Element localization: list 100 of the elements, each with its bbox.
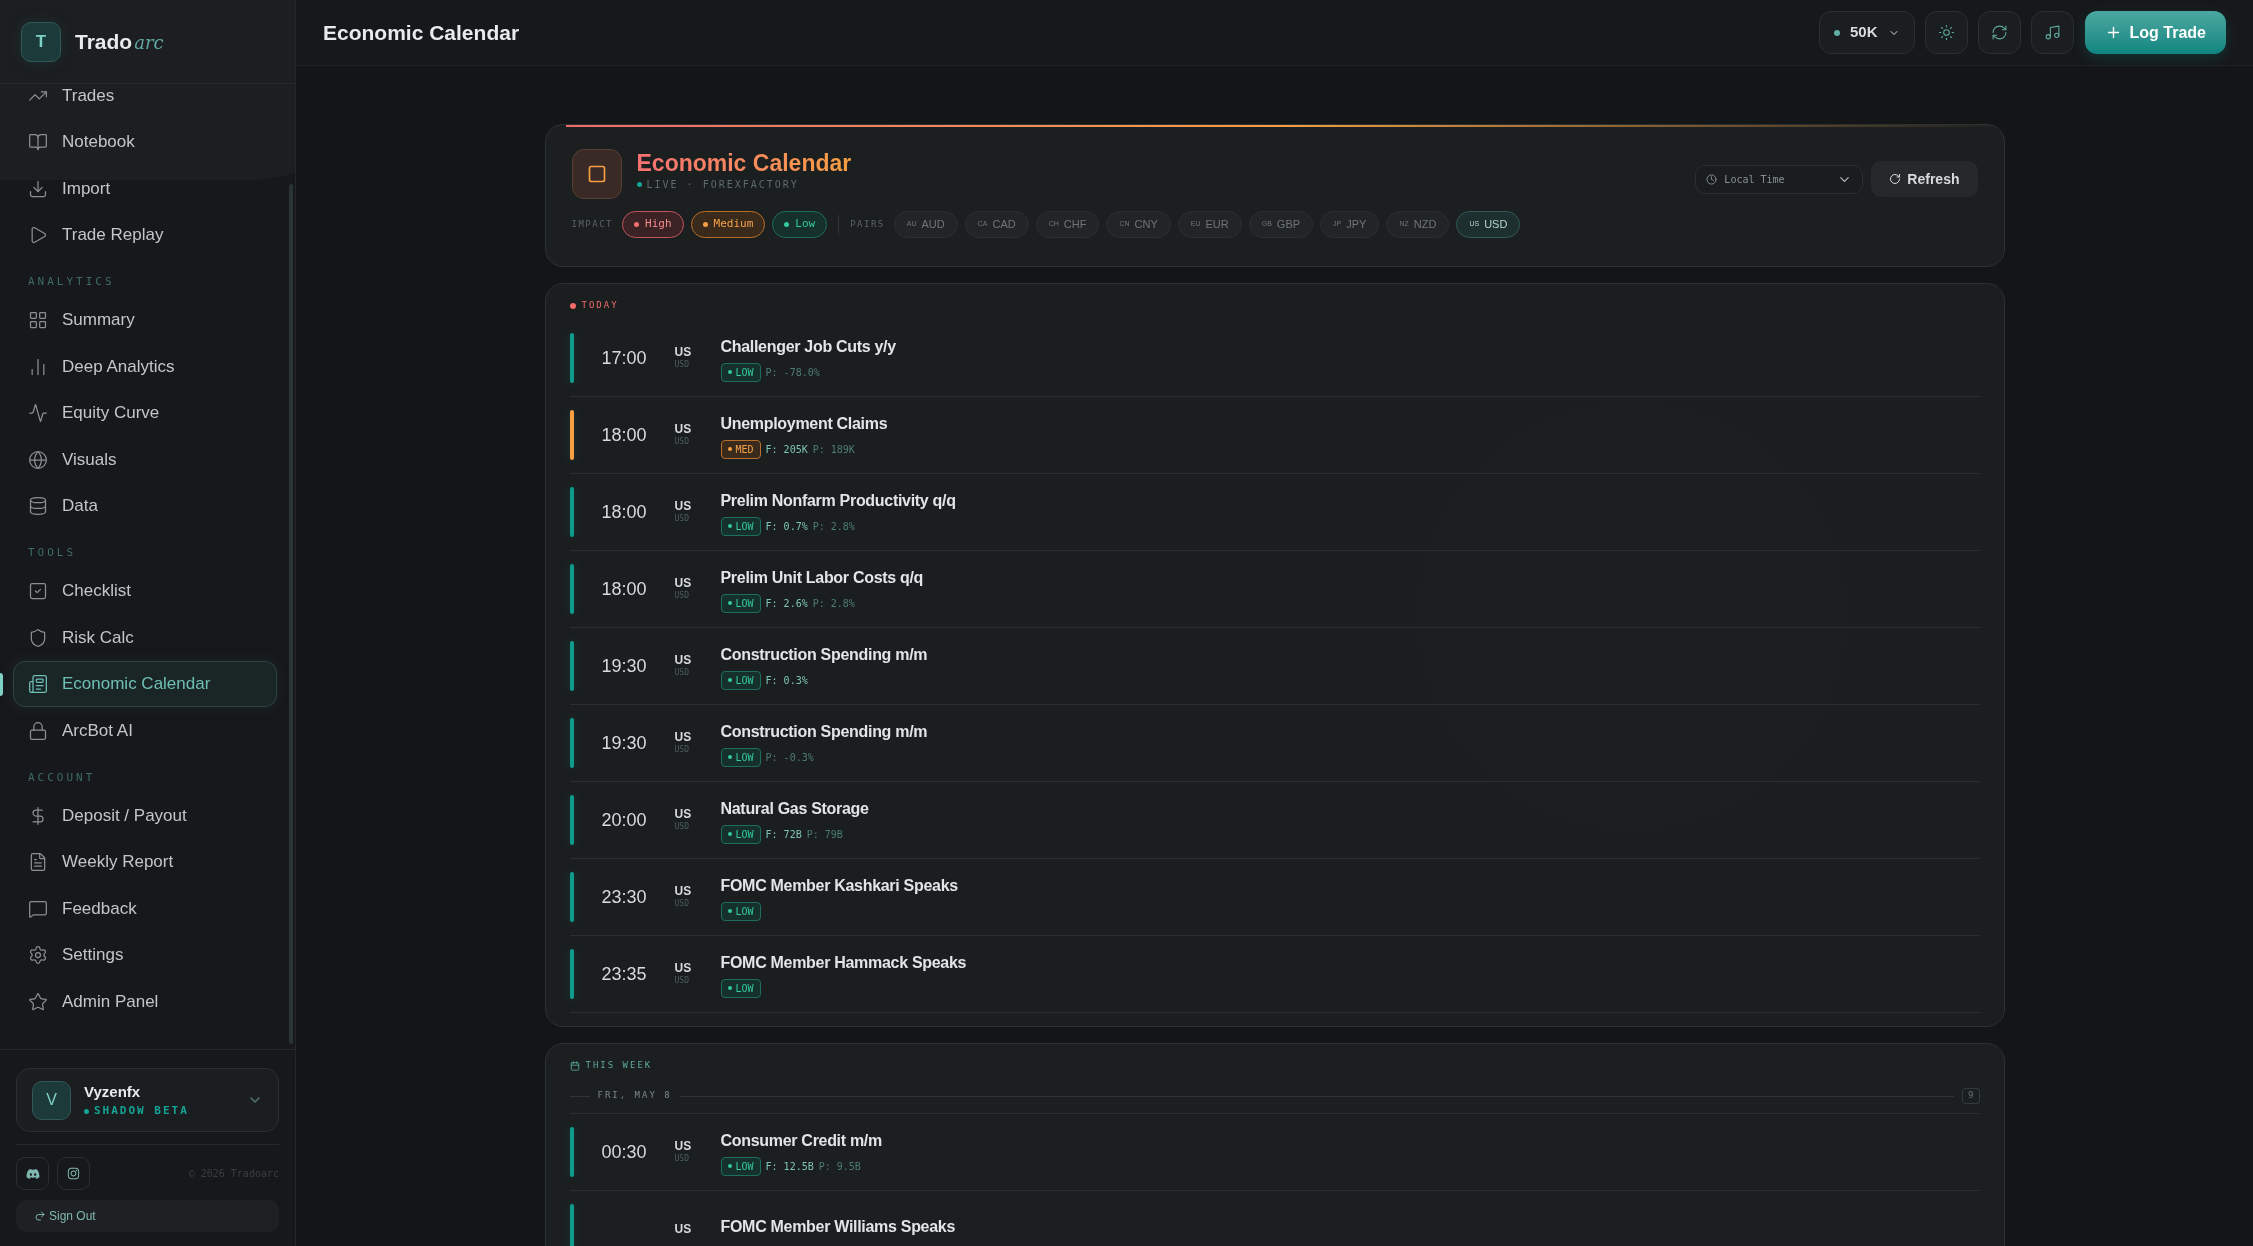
event-time: 23:35 [601, 962, 647, 986]
impact-badge: MED [720, 439, 761, 459]
event-time: 18:00 [601, 500, 647, 524]
account-dropdown[interactable]: 50K [1819, 11, 1915, 54]
event-time: 20:00 [601, 808, 647, 832]
download-icon [28, 178, 48, 199]
week-label: THIS WEEK [585, 1059, 653, 1073]
nav-item[interactable]: Weekly Report [13, 839, 277, 885]
forecast-value: F: 0.3% [765, 673, 808, 688]
event-title: FOMC Member Williams Speaks [720, 1217, 955, 1237]
impact-filter[interactable]: High [622, 211, 684, 238]
plan-label: SHADOW BETA [94, 1103, 189, 1119]
nav-item[interactable]: Equity Curve [13, 390, 277, 436]
previous-value: P: 2.8% [812, 519, 855, 534]
event-time: 18:00 [601, 423, 647, 447]
currency-code: USD [674, 590, 689, 602]
section-heading: TOOLS [27, 545, 78, 561]
country-code: US [674, 1139, 692, 1153]
sign-out-button[interactable]: Sign Out [16, 1200, 279, 1232]
nav-item[interactable]: Trades [13, 84, 277, 119]
country-code: US [674, 1222, 692, 1236]
brand-name: Trado [75, 28, 133, 55]
lock-icon [28, 720, 48, 741]
currency-code: USD [674, 436, 689, 448]
user-card[interactable]: V Vyzenfx SHADOW BETA [16, 1068, 279, 1132]
nav-item[interactable]: Import [13, 165, 277, 212]
nav-item[interactable]: ArcBot AI [13, 707, 277, 754]
impact-badge: LOW [720, 516, 761, 536]
newspaper-icon [28, 674, 48, 694]
event-title: Construction Spending m/m [720, 644, 928, 665]
section-heading: ACCOUNT [27, 769, 97, 786]
section-heading: ANALYTICS [27, 274, 116, 290]
user-name: Vyzenfx [84, 1081, 142, 1102]
nav-item[interactable]: Summary [13, 297, 277, 343]
instagram-icon [67, 1167, 80, 1180]
nav-item[interactable]: Trade Replay [13, 212, 277, 258]
impact-badge: LOW [720, 978, 761, 998]
nav-item[interactable]: Deep Analytics [13, 343, 277, 390]
nav-item[interactable]: Risk Calc [13, 614, 277, 661]
previous-value: P: 79B [806, 827, 843, 842]
grid-icon [28, 310, 48, 330]
nav-item[interactable]: Checklist [13, 568, 277, 614]
chat-icon [28, 898, 48, 919]
previous-value: P: 9.5B [818, 1159, 861, 1174]
country-code: US [674, 653, 692, 667]
nav-item[interactable]: Data [13, 483, 277, 529]
country-code: US [674, 730, 692, 744]
impact-badge: LOW [720, 824, 761, 844]
refresh-button[interactable]: Refresh [1871, 161, 1978, 197]
nav-item[interactable]: Admin Panel [13, 978, 277, 1025]
instagram-button[interactable] [57, 1157, 90, 1190]
source-label: LIVE · FOREXFACTORY [646, 178, 799, 192]
impact-filter[interactable]: Low [772, 211, 828, 238]
event-time: 19:30 [601, 731, 647, 755]
discord-icon [25, 1166, 40, 1181]
theme-button[interactable] [1924, 11, 1968, 54]
event-title: Construction Spending m/m [720, 721, 928, 742]
impact-filter[interactable]: Medium [690, 211, 766, 238]
event-title: Unemployment Claims [720, 413, 888, 434]
nav-item[interactable]: Visuals [13, 436, 277, 483]
country-code: US [674, 499, 692, 513]
nav-item[interactable]: Feedback [13, 885, 277, 932]
nav-item[interactable]: Economic Calendar [13, 661, 277, 707]
forecast-value: F: 72B [765, 827, 802, 842]
event-time: 19:30 [601, 654, 647, 678]
event-title: Prelim Unit Labor Costs q/q [720, 567, 924, 588]
music-button[interactable] [2030, 11, 2074, 54]
document-icon [28, 852, 48, 872]
impact-badge: LOW [720, 593, 761, 613]
event-time: 23:30 [601, 885, 647, 909]
event-title: Consumer Credit m/m [720, 1130, 882, 1151]
currency-code: USD [674, 898, 689, 910]
previous-value: P: 2.8% [812, 596, 855, 611]
nav-item[interactable]: Deposit / Payout [13, 792, 277, 839]
sync-button[interactable] [1977, 11, 2021, 54]
event-time: 00:30 [601, 1140, 647, 1164]
impact-badge: LOW [720, 747, 761, 767]
day-label: FRI, MAY 8 [597, 1089, 672, 1103]
square-icon [586, 164, 607, 184]
event-title: Natural Gas Storage [720, 798, 869, 819]
impact-badge: LOW [720, 901, 761, 921]
avatar: V [32, 1080, 71, 1120]
logo-badge: T [21, 21, 61, 62]
nav-item[interactable]: Notebook [13, 119, 277, 165]
globe-icon [28, 449, 48, 470]
star-icon [28, 991, 48, 1012]
wave-icon [28, 403, 48, 423]
nav-item[interactable]: Settings [13, 932, 277, 978]
brand-suffix: arc [134, 30, 164, 55]
event-title: FOMC Member Kashkari Speaks [720, 875, 958, 896]
timezone-select[interactable]: Local Time [1695, 164, 1864, 194]
log-trade-button[interactable]: Log Trade [2084, 11, 2226, 54]
event-title: FOMC Member Hammack Speaks [720, 952, 967, 973]
currency-code: USD [674, 667, 689, 679]
currency-code: USD [674, 975, 689, 987]
event-count: 9 [1962, 1088, 1980, 1104]
previous-value: P: 189K [812, 442, 855, 457]
impact-badge: LOW [720, 670, 761, 690]
previous-value: P: -78.0% [765, 365, 820, 380]
discord-button[interactable] [16, 1157, 49, 1190]
